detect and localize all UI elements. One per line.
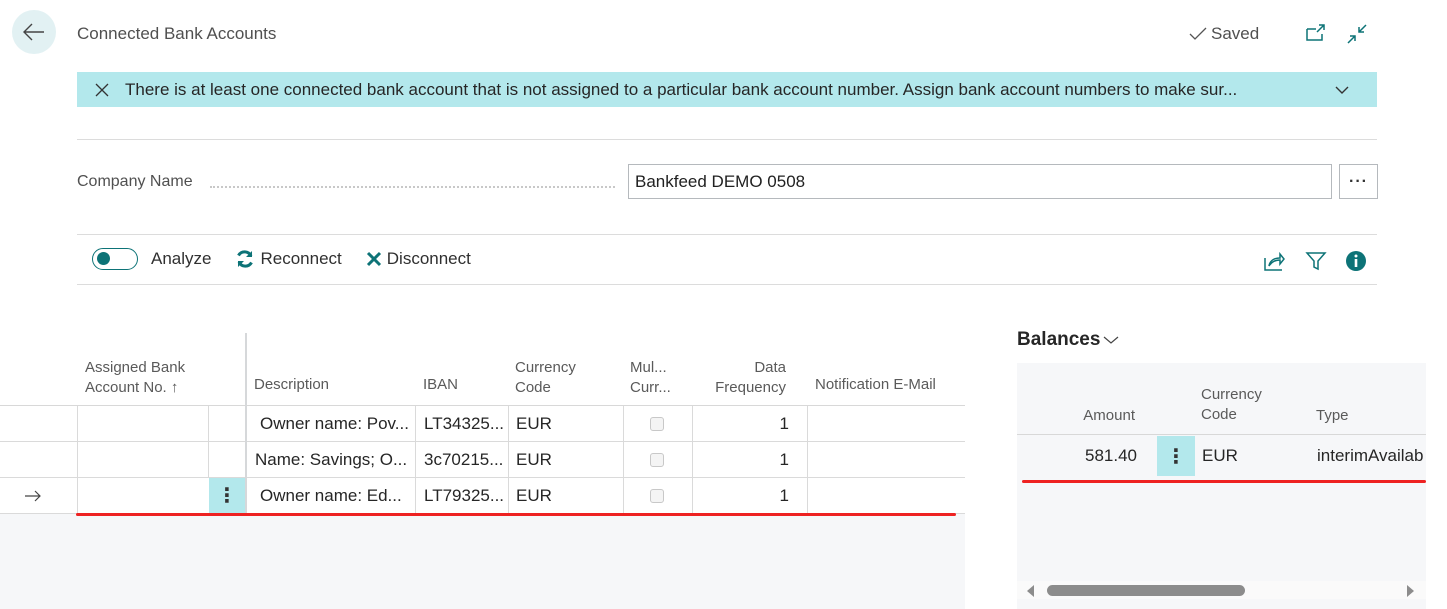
arrow-left-icon	[23, 23, 44, 41]
data-frequency-cell[interactable]: 1	[700, 478, 789, 513]
current-row-arrow-icon	[24, 478, 44, 513]
reconnect-button[interactable]: Reconnect	[235, 249, 342, 269]
close-icon[interactable]	[95, 83, 115, 97]
currency-cell[interactable]: EUR	[516, 442, 616, 477]
analyze-toggle[interactable]	[92, 248, 138, 270]
description-cell[interactable]: Name: Savings; O...	[255, 442, 415, 477]
currency-cell[interactable]: EUR	[516, 478, 616, 513]
page-title: Connected Bank Accounts	[77, 24, 277, 43]
scrollbar-thumb[interactable]	[1047, 585, 1245, 596]
saved-status: Saved	[1188, 24, 1259, 44]
balance-row[interactable]: 581.40 ⋮ EUR interimAvailab	[1017, 436, 1426, 476]
more-options-button[interactable]: ···	[1339, 164, 1378, 199]
balances-table: Amount Currency Code Type 581.40 ⋮ EUR i…	[1017, 363, 1426, 609]
chevron-down-icon[interactable]	[1335, 85, 1355, 95]
balances-title[interactable]: Balances	[1017, 329, 1119, 351]
iban-cell[interactable]: 3c70215...	[424, 442, 508, 477]
scroll-left-icon[interactable]	[1027, 585, 1034, 597]
divider	[77, 139, 1377, 140]
col-currency-code[interactable]: Currency Code	[515, 358, 576, 398]
col-currency-code[interactable]: Currency Code	[1201, 385, 1262, 425]
col-data-frequency[interactable]: Data Frequency	[700, 358, 786, 398]
multi-currency-checkbox[interactable]	[650, 488, 664, 503]
amount-cell[interactable]: 581.40	[1047, 436, 1137, 476]
col-description[interactable]: Description	[254, 375, 329, 395]
balances-header: Amount Currency Code Type	[1017, 363, 1426, 435]
annotation-underline	[76, 513, 956, 516]
table-row[interactable]: Name: Savings; O... 3c70215... EUR 1	[0, 442, 965, 478]
description-cell[interactable]: Owner name: Ed...	[260, 478, 415, 513]
divider	[77, 234, 1377, 235]
table-row-selected[interactable]: ⋮ Owner name: Ed... LT79325... EUR 1	[0, 478, 965, 514]
multi-currency-checkbox[interactable]	[650, 452, 664, 467]
table-row[interactable]: Owner name: Pov... LT34325... EUR 1	[0, 406, 965, 442]
row-actions-button[interactable]: ⋮	[1157, 436, 1195, 476]
disconnect-label: Disconnect	[386, 249, 471, 268]
back-button[interactable]	[12, 10, 56, 54]
banner-message: There is at least one connected bank acc…	[125, 79, 1238, 99]
more-vertical-icon: ⋮	[1166, 445, 1186, 468]
frozen-column-divider	[245, 333, 247, 513]
open-new-window-icon[interactable]	[1304, 22, 1328, 46]
disconnect-button[interactable]: Disconnect	[366, 249, 471, 269]
scroll-right-icon[interactable]	[1407, 585, 1414, 597]
type-cell[interactable]: interimAvailab	[1317, 436, 1426, 476]
ellipsis-icon: ···	[1349, 172, 1368, 190]
share-icon[interactable]	[1262, 249, 1286, 273]
row-actions-button[interactable]: ⋮	[209, 478, 245, 513]
info-icon[interactable]	[1344, 249, 1368, 273]
field-leader-dots	[210, 186, 615, 188]
description-cell[interactable]: Owner name: Pov...	[260, 406, 415, 441]
iban-cell[interactable]: LT34325...	[424, 406, 508, 441]
notification-banner: There is at least one connected bank acc…	[77, 72, 1377, 107]
chevron-down-icon	[1104, 336, 1119, 344]
refresh-icon	[237, 250, 254, 268]
toggle-knob	[97, 252, 110, 265]
x-icon	[366, 251, 381, 267]
filter-icon[interactable]	[1304, 249, 1328, 273]
data-frequency-cell[interactable]: 1	[700, 442, 789, 477]
collapse-icon[interactable]	[1345, 22, 1369, 46]
annotation-underline	[1022, 480, 1426, 483]
multi-currency-checkbox[interactable]	[650, 416, 664, 431]
company-name-input[interactable]	[628, 164, 1332, 199]
col-type[interactable]: Type	[1316, 406, 1349, 426]
currency-cell[interactable]: EUR	[516, 406, 616, 441]
data-frequency-cell[interactable]: 1	[700, 406, 789, 441]
more-vertical-icon: ⋮	[217, 485, 237, 507]
divider	[77, 284, 1377, 285]
saved-label: Saved	[1211, 24, 1260, 43]
table-header: Assigned Bank Account No. ↑ Description …	[0, 333, 965, 406]
company-name-label: Company Name	[77, 173, 193, 190]
col-iban[interactable]: IBAN	[423, 375, 458, 395]
horizontal-scrollbar[interactable]	[1017, 581, 1426, 599]
col-assigned-bank-account-no[interactable]: Assigned Bank Account No. ↑	[85, 358, 185, 398]
currency-cell[interactable]: EUR	[1202, 436, 1292, 476]
col-multi-currency[interactable]: Mul... Curr...	[630, 358, 671, 398]
iban-cell[interactable]: LT79325...	[424, 478, 508, 513]
col-notification-email[interactable]: Notification E-Mail	[815, 375, 936, 395]
col-amount[interactable]: Amount	[1057, 406, 1135, 426]
connected-accounts-table: Assigned Bank Account No. ↑ Description …	[0, 333, 965, 609]
checkmark-icon	[1189, 27, 1207, 40]
analyze-label: Analyze	[151, 249, 212, 268]
action-bar: Analyze Reconnect Disconnect	[92, 248, 471, 270]
reconnect-label: Reconnect	[260, 249, 342, 268]
